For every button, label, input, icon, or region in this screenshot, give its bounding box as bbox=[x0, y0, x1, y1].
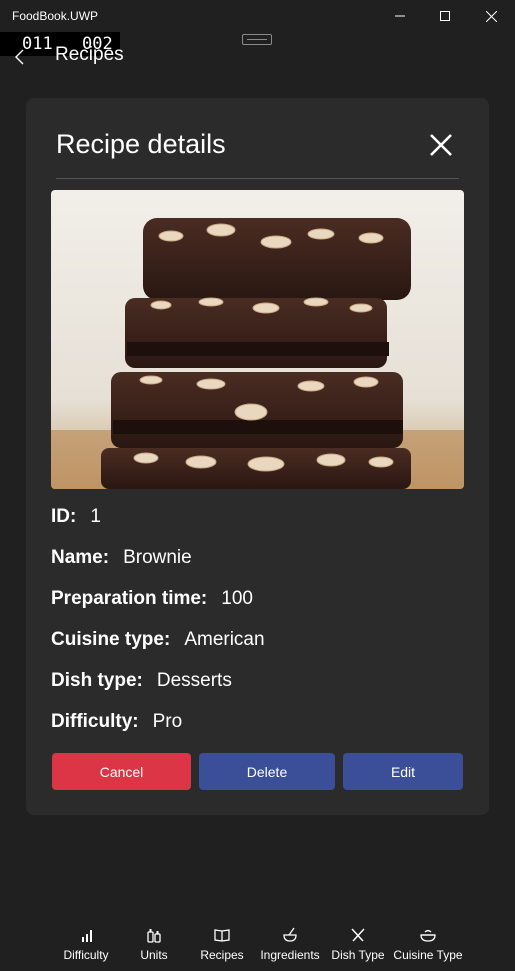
bottom-navigation: Difficulty Units Recipes Ingredients Dis… bbox=[0, 920, 515, 971]
bar-chart-icon bbox=[82, 930, 92, 942]
nav-item-label: Difficulty bbox=[63, 948, 109, 962]
drag-handle[interactable] bbox=[242, 34, 272, 45]
back-button[interactable] bbox=[10, 47, 30, 67]
detail-row-difficulty: Difficulty: Pro bbox=[51, 711, 182, 733]
detail-value: Brownie bbox=[123, 547, 192, 568]
divider bbox=[56, 178, 459, 179]
delete-button[interactable]: Delete bbox=[199, 753, 335, 790]
nav-item-recipes[interactable]: Recipes bbox=[200, 920, 244, 971]
detail-row-id: ID: 1 bbox=[51, 506, 101, 528]
nav-item-label: Units bbox=[140, 948, 168, 962]
bottles-icon bbox=[147, 929, 161, 943]
app-title: FoodBook.UWP bbox=[12, 9, 99, 23]
detail-label: Cuisine type: bbox=[51, 629, 171, 650]
page-title: Recipes bbox=[55, 44, 124, 65]
title-bar: FoodBook.UWP bbox=[0, 0, 515, 32]
detail-value: 1 bbox=[90, 506, 101, 527]
nav-item-cuisine-type[interactable]: Cuisine Type bbox=[393, 920, 463, 971]
nav-item-label: Recipes bbox=[200, 948, 244, 962]
detail-label: Difficulty: bbox=[51, 711, 139, 732]
close-window-button[interactable] bbox=[468, 0, 514, 32]
nav-item-label: Dish Type bbox=[331, 948, 385, 962]
nav-item-label: Ingredients bbox=[260, 948, 320, 962]
nav-item-difficulty[interactable]: Difficulty bbox=[62, 920, 110, 971]
detail-label: Dish type: bbox=[51, 670, 143, 691]
detail-label: Name: bbox=[51, 547, 110, 568]
nav-item-label: Cuisine Type bbox=[393, 948, 463, 962]
minimize-icon bbox=[395, 15, 405, 17]
detail-row-name: Name: Brownie bbox=[51, 547, 192, 569]
recipe-details-dialog: Recipe details ID: 1 Name: Brownie Prepa… bbox=[26, 98, 489, 815]
bowl-icon bbox=[420, 929, 436, 942]
detail-value: Desserts bbox=[156, 670, 232, 691]
back-arrow-icon bbox=[15, 49, 24, 65]
minimize-button[interactable] bbox=[377, 0, 423, 32]
dialog-title: Recipe details bbox=[56, 129, 226, 159]
cancel-button[interactable]: Cancel bbox=[52, 753, 191, 790]
nav-item-ingredients[interactable]: Ingredients bbox=[258, 920, 322, 971]
detail-value: 100 bbox=[221, 588, 253, 609]
dialog-close-button[interactable] bbox=[426, 130, 456, 160]
nav-item-units[interactable]: Units bbox=[137, 920, 171, 971]
maximize-icon bbox=[440, 11, 450, 21]
detail-row-dish-type: Dish type: Desserts bbox=[51, 670, 232, 692]
close-icon bbox=[430, 134, 452, 156]
detail-row-preparation-time: Preparation time: 100 bbox=[51, 588, 253, 610]
fork-knife-icon bbox=[351, 928, 365, 942]
detail-label: ID: bbox=[51, 506, 77, 527]
detail-row-cuisine-type: Cuisine type: American bbox=[51, 629, 265, 651]
detail-label: Preparation time: bbox=[51, 588, 208, 609]
close-icon bbox=[485, 10, 497, 22]
detail-value: American bbox=[184, 629, 265, 650]
nav-item-dish-type[interactable]: Dish Type bbox=[331, 920, 385, 971]
detail-value: Pro bbox=[152, 711, 183, 732]
edit-button[interactable]: Edit bbox=[343, 753, 463, 790]
book-icon bbox=[214, 929, 230, 942]
bowl-spoon-icon bbox=[283, 927, 297, 942]
maximize-button[interactable] bbox=[422, 0, 468, 32]
recipe-image bbox=[51, 190, 464, 489]
